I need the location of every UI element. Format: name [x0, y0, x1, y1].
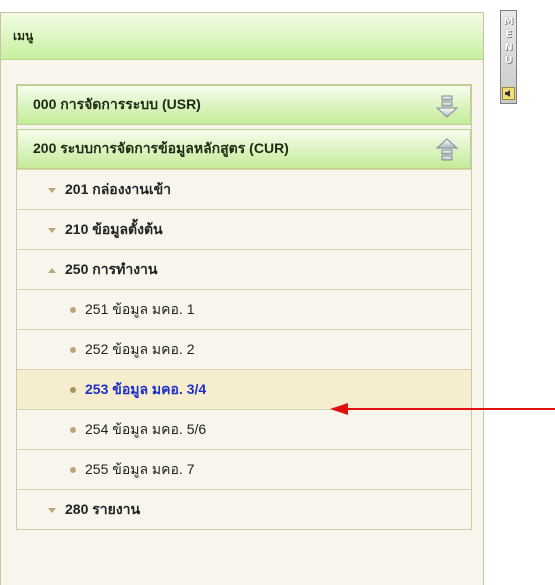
speaker-icon[interactable]	[502, 87, 515, 100]
section-usr-label: 000 การจัดการระบบ (USR)	[33, 96, 201, 112]
menu-item-254[interactable]: 254 ข้อมูล มคอ. 5/6	[17, 409, 471, 449]
menu-tab-label: M E N U	[504, 15, 514, 67]
section-cur-items: 201 กล่องงานเข้า 210 ข้อมูลตั้งต้น 250 ก…	[17, 169, 471, 529]
section-usr[interactable]: 000 การจัดการระบบ (USR)	[17, 85, 471, 125]
arrow-down-icon[interactable]	[436, 94, 458, 118]
tab-letter: M	[503, 16, 514, 27]
menu-item-252[interactable]: 252 ข้อมูล มคอ. 2	[17, 329, 471, 369]
menu-item-label: 201 กล่องงานเข้า	[65, 180, 172, 197]
panel-header: เมนู	[1, 13, 483, 60]
tab-letter: E	[505, 29, 512, 40]
triangle-down-icon	[48, 187, 56, 193]
triangle-up-icon	[48, 267, 56, 273]
section-cur-label: 200 ระบบการจัดการข้อมูลหลักสูตร (CUR)	[33, 140, 289, 156]
bullet-icon	[70, 386, 76, 393]
menu-item-label: 251 ข้อมูล มคอ. 1	[85, 300, 195, 317]
menu-item-250[interactable]: 250 การทำงาน	[17, 249, 471, 289]
arrow-up-icon[interactable]	[436, 138, 458, 162]
tab-letter: U	[504, 55, 513, 66]
menu-item-255[interactable]: 255 ข้อมูล มคอ. 7	[17, 449, 471, 489]
menu-item-label: 255 ข้อมูล มคอ. 7	[85, 460, 195, 477]
menu-panel: เมนู 000 การจัดการระบบ (USR) 200 ระบบการ…	[0, 12, 484, 585]
tab-letter: N	[504, 42, 513, 53]
bullet-icon	[70, 426, 76, 433]
menu-item-label: 254 ข้อมูล มคอ. 5/6	[85, 420, 207, 437]
bullet-icon	[70, 466, 76, 473]
menu-item-label: 250 การทำงาน	[65, 260, 158, 277]
menu-item-label: 252 ข้อมูล มคอ. 2	[85, 340, 195, 357]
menu-item-280[interactable]: 280 รายงาน	[17, 489, 471, 529]
menu-tree: 000 การจัดการระบบ (USR) 200 ระบบการจัดกา…	[16, 84, 472, 530]
menu-item-label: 210 ข้อมูลตั้งต้น	[65, 220, 163, 237]
section-cur[interactable]: 200 ระบบการจัดการข้อมูลหลักสูตร (CUR)	[17, 129, 471, 169]
menu-item-201[interactable]: 201 กล่องงานเข้า	[17, 169, 471, 209]
menu-item-210[interactable]: 210 ข้อมูลตั้งต้น	[17, 209, 471, 249]
bullet-icon	[70, 346, 76, 353]
menu-item-251[interactable]: 251 ข้อมูล มคอ. 1	[17, 289, 471, 329]
triangle-down-icon	[48, 227, 56, 233]
triangle-down-icon	[48, 507, 56, 513]
red-arrow-annotation	[330, 403, 555, 415]
menu-item-label: 253 ข้อมูล มคอ. 3/4	[85, 380, 207, 397]
bullet-icon	[70, 306, 76, 313]
menu-item-label: 280 รายงาน	[65, 500, 141, 517]
menu-side-tab[interactable]: M E N U	[500, 10, 517, 104]
panel-title: เมนู	[13, 28, 34, 43]
